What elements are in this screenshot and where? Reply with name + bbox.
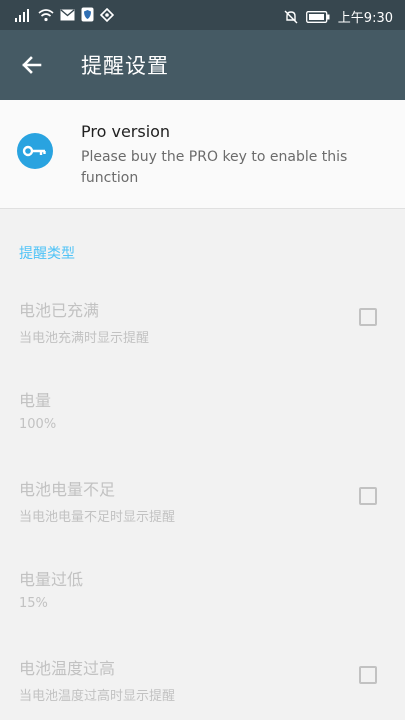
mute-icon [284, 10, 298, 23]
pro-description: Please buy the PRO key to enable this fu… [81, 149, 348, 186]
pref-title: 电量 [19, 391, 52, 410]
page-title: 提醒设置 [81, 54, 169, 78]
section-header: 提醒类型 [19, 246, 75, 262]
arrow-left-icon[interactable] [16, 49, 48, 81]
pref-title: 电池已充满 [19, 301, 100, 320]
signal-icon [15, 8, 29, 22]
battery-temp-high-checkbox[interactable] [359, 666, 377, 684]
pro-title: Pro version [81, 122, 171, 141]
pref-summary: 100% [19, 417, 57, 432]
pref-battery-full[interactable]: 电池已充满 当电池充满时显示提醒 [19, 297, 149, 346]
battery-icon [305, 10, 330, 23]
pref-charge-level[interactable]: 电量 100% [19, 387, 56, 432]
pref-summary: 当电池充满时显示提醒 [19, 331, 150, 346]
mail-icon [60, 8, 75, 20]
status-left-icons [14, 7, 114, 22]
pref-summary: 当电池电量不足时显示提醒 [19, 510, 176, 525]
pref-summary: 15% [19, 596, 48, 611]
status-bar: 上午9:30 [0, 0, 405, 30]
status-right: 上午9:30 [284, 7, 393, 26]
pref-battery-low[interactable]: 电池电量不足 当电池电量不足时显示提醒 [19, 476, 175, 525]
app-icon [100, 7, 114, 22]
pref-battery-temp-high[interactable]: 电池温度过高 当电池温度过高时显示提醒 [19, 655, 175, 704]
status-time: 上午9:30 [337, 11, 393, 26]
pref-summary: 当电池温度过高时显示提醒 [19, 689, 176, 704]
battery-low-checkbox[interactable] [359, 487, 377, 505]
pref-title: 电量过低 [19, 570, 84, 589]
pref-title: 电池电量不足 [19, 480, 116, 499]
shield-icon [81, 7, 94, 22]
app-bar: 提醒设置 [0, 30, 405, 100]
battery-full-checkbox[interactable] [359, 308, 377, 326]
wifi-icon [38, 8, 54, 21]
pro-version-card[interactable]: Pro version Please buy the PRO key to en… [0, 100, 405, 209]
key-icon [17, 133, 53, 169]
pref-charge-too-low[interactable]: 电量过低 15% [19, 566, 83, 611]
pref-title: 电池温度过高 [19, 659, 116, 678]
